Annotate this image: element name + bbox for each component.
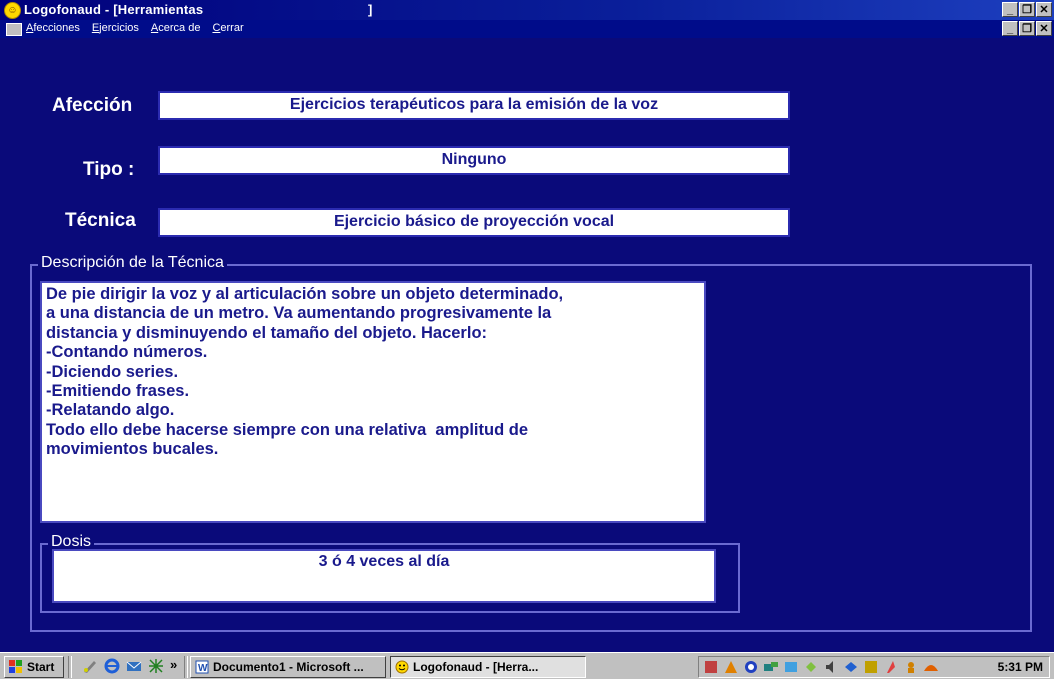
child-close-button[interactable]: ✕ <box>1036 21 1052 36</box>
document-window-icon[interactable] <box>6 23 22 36</box>
tray-app-icon[interactable] <box>923 659 939 675</box>
child-minimize-button[interactable]: _ <box>1002 21 1018 36</box>
tecnica-field[interactable]: Ejercicio básico de proyección vocal <box>158 208 790 237</box>
window-title: Logofonaud - [Herramientas <box>24 2 204 17</box>
tecnica-label: Técnica <box>65 210 136 231</box>
child-restore-button[interactable]: ❐ <box>1019 21 1035 36</box>
tray-app-icon[interactable] <box>863 659 879 675</box>
window-title-bracket: ] <box>368 2 373 17</box>
smiley-icon <box>395 660 409 674</box>
smiley-app-icon[interactable]: ☺ <box>4 2 21 19</box>
taskbar-separator <box>68 656 72 678</box>
afeccion-label: Afección <box>52 95 133 116</box>
descripcion-line: Todo ello debe hacerse siempre con una r… <box>46 420 528 439</box>
system-tray: 5:31 PM <box>698 656 1050 678</box>
quick-launch-chevron[interactable]: » <box>170 657 177 672</box>
tray-network-icon[interactable] <box>763 659 779 675</box>
tipo-label: Tipo : <box>83 159 135 180</box>
tipo-field[interactable]: Ninguno <box>158 146 790 175</box>
task-label: Documento1 - Microsoft ... <box>213 660 364 674</box>
descripcion-line: -Relatando algo. <box>46 401 175 420</box>
network-icon[interactable] <box>148 658 164 674</box>
taskbar-task-logofonaud[interactable]: Logofonaud - [Herra... <box>390 656 586 678</box>
tray-app-icon[interactable] <box>723 659 739 675</box>
tray-app-icon[interactable] <box>703 659 719 675</box>
menu-acerca-de[interactable]: Acerca de <box>151 22 201 34</box>
task-label: Logofonaud - [Herra... <box>413 660 539 674</box>
child-window-controls: _ ❐ ✕ <box>1002 21 1052 36</box>
tray-app-icon[interactable] <box>883 659 899 675</box>
dosis-field[interactable]: 3 ó 4 veces al día <box>52 549 716 603</box>
descripcion-line: a una distancia de un metro. Va aumentan… <box>46 304 552 323</box>
restore-button[interactable]: ❐ <box>1019 2 1035 17</box>
taskbar-task-word[interactable]: W Documento1 - Microsoft ... <box>190 656 386 678</box>
tray-app-icon[interactable] <box>803 659 819 675</box>
descripcion-line: movimientos bucales. <box>46 440 219 459</box>
menu-ejercicios[interactable]: Ejercicios <box>92 22 139 34</box>
title-bar: ☺ Logofonaud - [Herramientas ] _ ❐ ✕ <box>0 0 1054 20</box>
tray-app-icon[interactable] <box>743 659 759 675</box>
svg-text:W: W <box>198 663 208 674</box>
tray-app-icon[interactable] <box>903 659 919 675</box>
tray-app-icon[interactable] <box>843 659 859 675</box>
volume-icon[interactable] <box>823 659 839 675</box>
menu-cerrar[interactable]: Cerrar <box>212 22 243 34</box>
taskbar: Start » W Documento1 - Microsoft ... Log… <box>0 652 1054 679</box>
menu-afecciones[interactable]: Afecciones <box>26 22 80 34</box>
descripcion-legend: Descripción de la Técnica <box>38 254 227 272</box>
minimize-button[interactable]: _ <box>1002 2 1018 17</box>
descripcion-line: -Contando números. <box>46 343 208 362</box>
start-button[interactable]: Start <box>4 656 64 678</box>
descripcion-textarea[interactable]: De pie dirigir la voz y al articulación … <box>40 281 706 523</box>
window-controls: _ ❐ ✕ <box>1002 2 1052 17</box>
start-label: Start <box>27 660 55 674</box>
descripcion-line: -Diciendo series. <box>46 362 179 381</box>
windows-logo-icon <box>9 660 22 673</box>
taskbar-clock[interactable]: 5:31 PM <box>998 660 1043 674</box>
taskbar-separator <box>184 656 188 678</box>
menu-bar: Afecciones Ejercicios Acerca de Cerrar _… <box>0 20 1054 38</box>
show-desktop-icon[interactable] <box>82 658 98 674</box>
afeccion-field[interactable]: Ejercicios terapéuticos para la emisión … <box>158 91 790 120</box>
word-document-icon: W <box>195 660 209 674</box>
descripcion-line: distancia y disminuyendo el tamaño del o… <box>46 323 488 342</box>
outlook-express-icon[interactable] <box>126 658 142 674</box>
descripcion-line: De pie dirigir la voz y al articulación … <box>46 285 564 303</box>
descripcion-line: -Emitiendo frases. <box>46 382 190 401</box>
close-button[interactable]: ✕ <box>1036 2 1052 17</box>
tray-app-icon[interactable] <box>783 659 799 675</box>
internet-explorer-icon[interactable] <box>104 658 120 674</box>
